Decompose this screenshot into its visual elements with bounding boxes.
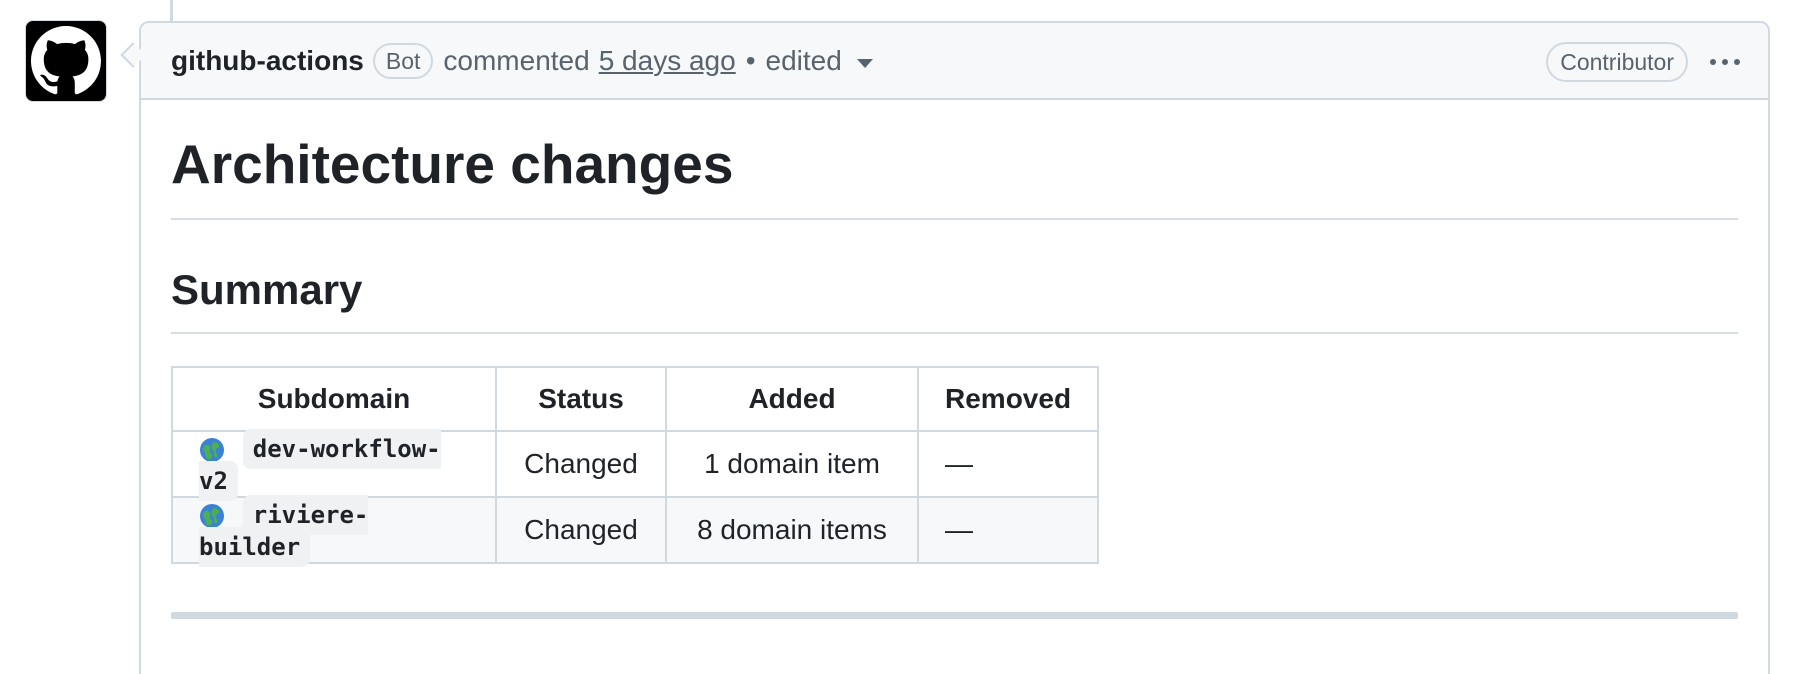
status-cell: Changed bbox=[495, 430, 667, 498]
github-logo-icon bbox=[31, 26, 101, 95]
header-status: Status bbox=[495, 366, 667, 432]
kebab-dot bbox=[1734, 58, 1740, 65]
subdomain-cell: riviere-builder bbox=[171, 495, 497, 567]
table-header-row: Subdomain Status Added Removed bbox=[171, 366, 1100, 432]
author-link[interactable]: github-actions bbox=[171, 45, 364, 77]
subdomain-code: dev-workflow-v2 bbox=[199, 429, 441, 501]
avatar[interactable] bbox=[25, 20, 107, 102]
timeline-line bbox=[170, 0, 173, 22]
horizontal-rule bbox=[171, 612, 1738, 619]
added-cell: 1 domain item bbox=[665, 430, 919, 498]
contributor-badge: Contributor bbox=[1546, 41, 1688, 82]
kebab-horizontal-icon[interactable] bbox=[1710, 58, 1740, 65]
table-row: riviere-builder Changed 8 domain items — bbox=[171, 495, 1100, 567]
header-added: Added bbox=[665, 366, 919, 432]
edited-label: edited bbox=[765, 44, 842, 76]
separator-dot: • bbox=[745, 44, 756, 76]
edited-dropdown[interactable]: edited bbox=[766, 45, 873, 77]
header-actions: Contributor bbox=[1546, 23, 1740, 100]
removed-cell: — bbox=[916, 430, 1100, 498]
removed-cell: — bbox=[916, 496, 1100, 564]
comment-header: github-actions Bot commented 5 days ago … bbox=[141, 23, 1768, 100]
page: github-actions Bot commented 5 days ago … bbox=[0, 0, 1808, 674]
bot-badge: Bot bbox=[372, 42, 434, 79]
header-removed: Removed bbox=[916, 366, 1100, 432]
summary-heading: Summary bbox=[171, 220, 1738, 334]
table-row: dev-workflow-v2 Changed 1 domain item — bbox=[171, 429, 1100, 501]
header-subdomain: Subdomain bbox=[171, 366, 497, 432]
kebab-dot bbox=[1710, 58, 1716, 65]
page-title: Architecture changes bbox=[171, 100, 1738, 220]
status-cell: Changed bbox=[495, 496, 667, 564]
comment-box: github-actions Bot commented 5 days ago … bbox=[139, 21, 1770, 674]
added-cell: 8 domain items bbox=[665, 496, 919, 564]
chevron-down-icon bbox=[856, 59, 873, 68]
comment-body: Architecture changes Summary Subdomain S… bbox=[141, 100, 1768, 619]
action-text: commented bbox=[443, 44, 590, 76]
timestamp-link[interactable]: 5 days ago bbox=[599, 45, 736, 77]
globe-icon bbox=[200, 437, 224, 462]
globe-icon bbox=[200, 503, 224, 528]
summary-table: Subdomain Status Added Removed dev-workf… bbox=[171, 366, 1100, 567]
kebab-dot bbox=[1722, 58, 1728, 65]
subdomain-cell: dev-workflow-v2 bbox=[171, 429, 497, 501]
